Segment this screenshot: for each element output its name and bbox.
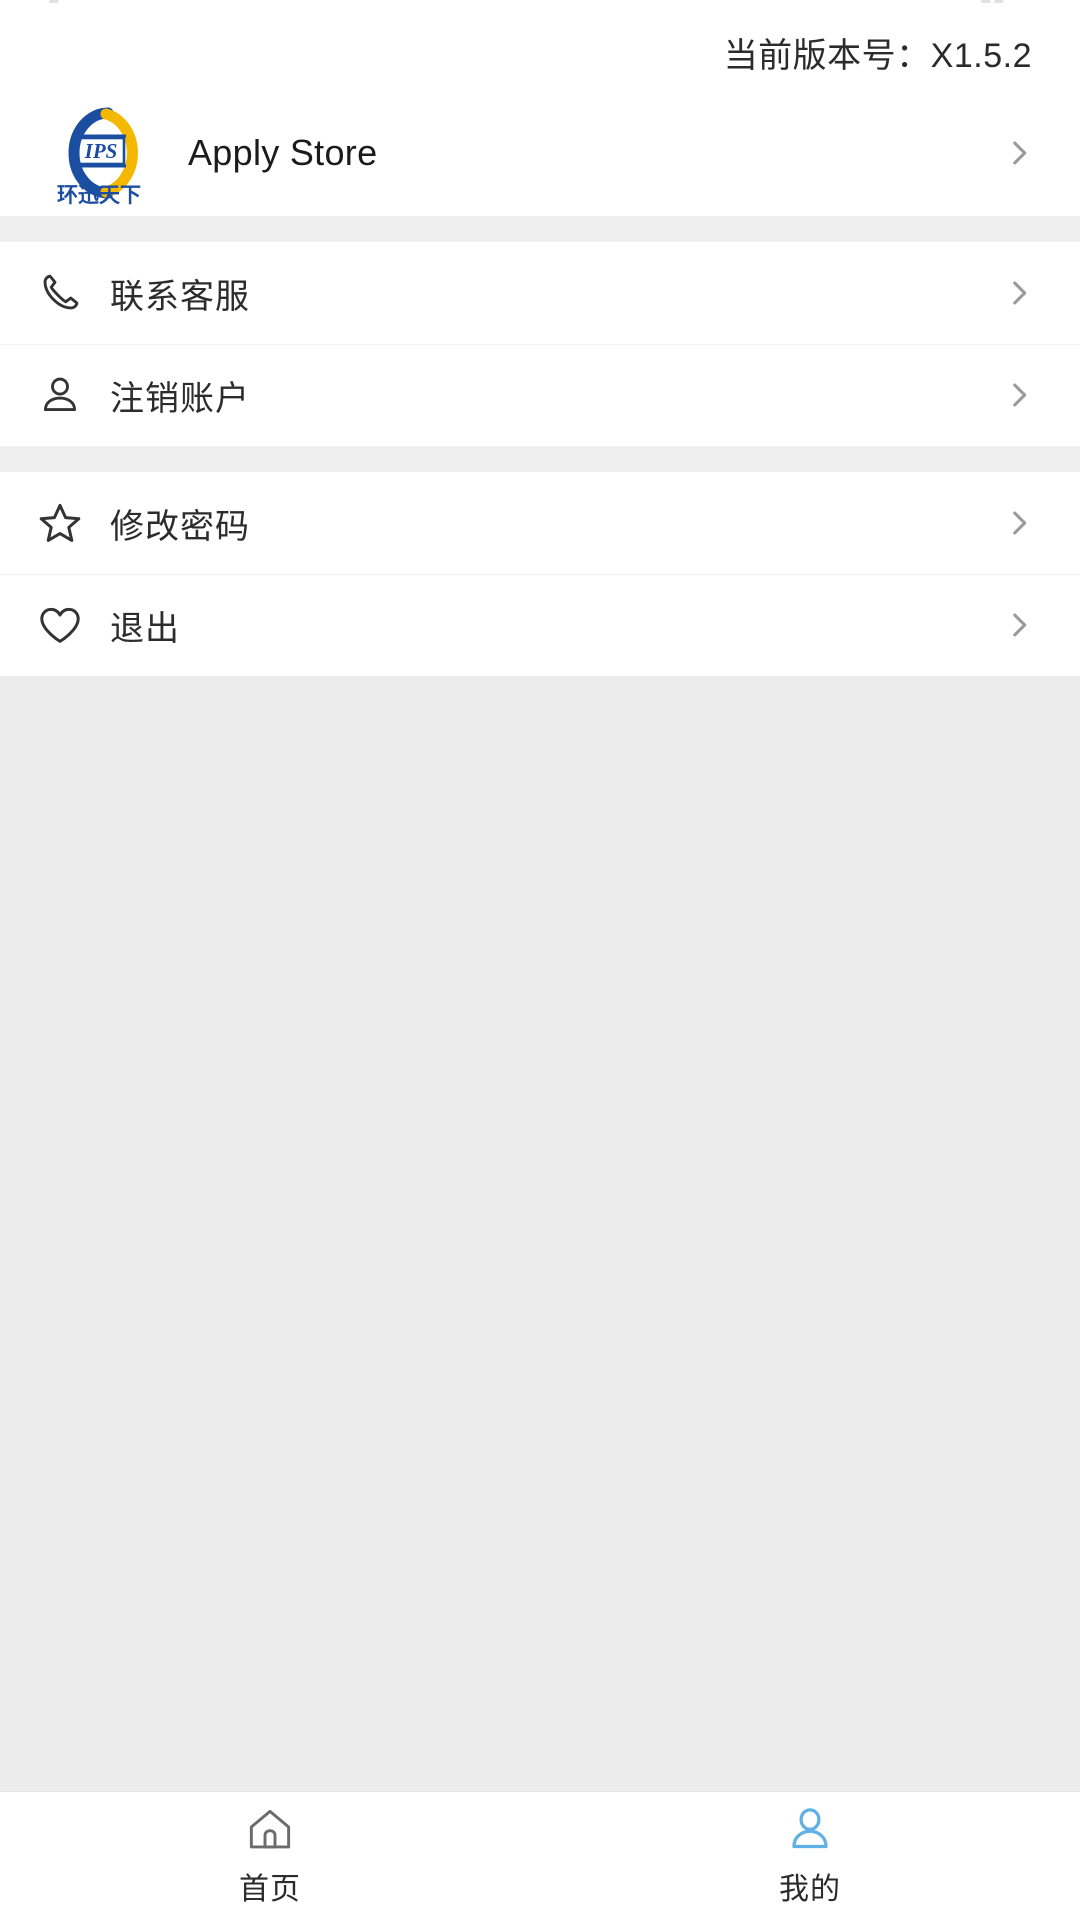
tab-home[interactable]: 首页 — [0, 1792, 540, 1920]
chevron-right-icon[interactable] — [1002, 136, 1036, 170]
tab-mine[interactable]: 我的 — [540, 1792, 1080, 1920]
brand-row-apply-store[interactable]: IPS 环迅天下 Apply Store — [0, 90, 1080, 216]
account-section: 修改密码 退出 — [0, 472, 1080, 676]
menu-row-logout[interactable]: 退出 — [0, 574, 1080, 676]
screen-root: ● ▮ ▮▮ ⚡ ▰ 当前版本号：X1.5.2 IPS 环 — [0, 0, 1080, 1920]
ips-logo-icon: IPS 环迅天下 — [46, 100, 152, 206]
chevron-right-icon[interactable] — [1002, 276, 1036, 310]
menu-row-change-password[interactable]: 修改密码 — [0, 472, 1080, 574]
chevron-right-icon[interactable] — [1002, 608, 1036, 642]
svg-text:环迅天下: 环迅天下 — [57, 184, 141, 206]
svg-text:IPS: IPS — [84, 139, 118, 163]
status-bar: ● ▮ ▮▮ ⚡ ▰ — [0, 0, 1080, 14]
tab-label-home: 首页 — [239, 1873, 301, 1906]
user-icon — [34, 369, 86, 421]
brand-label: Apply Store — [188, 132, 378, 173]
star-icon — [34, 497, 86, 549]
menu-label: 注销账户 — [110, 379, 250, 418]
menu-row-contact-support[interactable]: 联系客服 — [0, 242, 1080, 344]
menu-label: 修改密码 — [110, 507, 250, 546]
chevron-right-icon[interactable] — [1002, 378, 1036, 412]
version-text: 当前版本号：X1.5.2 — [723, 36, 1032, 75]
brand-card: IPS 环迅天下 Apply Store — [0, 90, 1080, 216]
home-icon — [244, 1804, 296, 1856]
tab-label-mine: 我的 — [779, 1873, 841, 1906]
section-gap-2 — [0, 446, 1080, 472]
section-gap-1 — [0, 216, 1080, 242]
empty-content-area — [0, 676, 1080, 1791]
menu-label: 联系客服 — [110, 277, 250, 316]
menu-label: 退出 — [110, 609, 180, 648]
chevron-right-icon[interactable] — [1002, 506, 1036, 540]
person-icon — [784, 1804, 836, 1856]
menu-row-delete-account[interactable]: 注销账户 — [0, 344, 1080, 446]
version-bar: 当前版本号：X1.5.2 — [0, 14, 1080, 90]
bottom-tab-bar: 首页 我的 — [0, 1791, 1080, 1920]
support-section: 联系客服 注销账户 — [0, 242, 1080, 446]
phone-icon — [34, 267, 86, 319]
heart-icon — [34, 599, 86, 651]
